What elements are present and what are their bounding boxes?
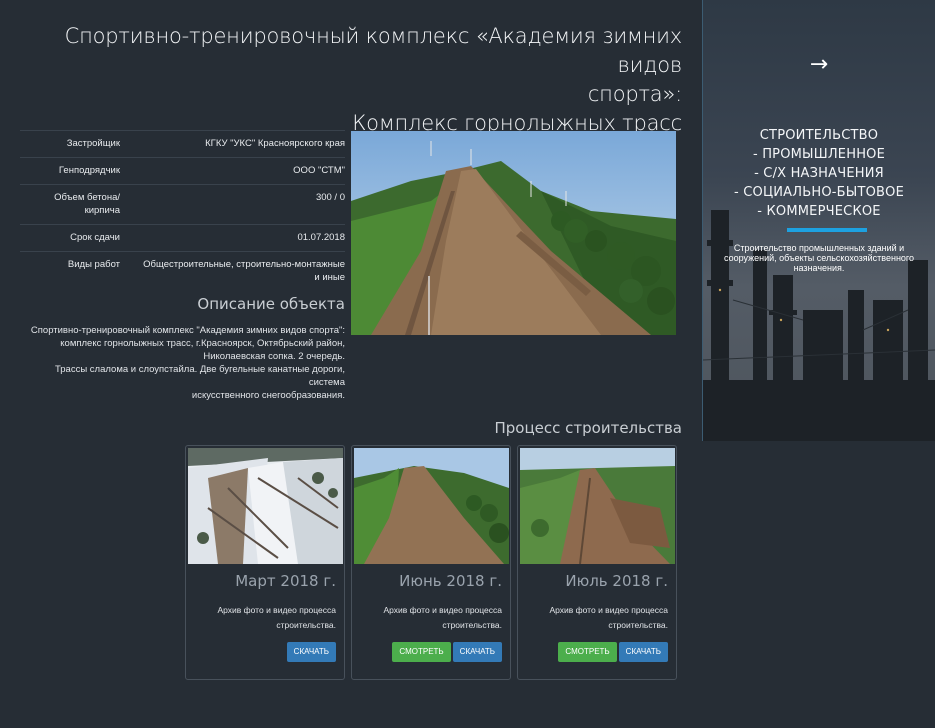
object-info-table: Застройщик КГКУ "УКС" Красноярского края… [20,130,345,291]
category-item: - КОММЕРЧЕСКОЕ [757,204,881,219]
category-description: Строительство промышленных зданий и соор… [723,243,915,273]
main-object-photo[interactable] [351,131,676,335]
card-text: Архив фото и видео процесса строительств… [549,605,668,630]
view-button[interactable]: Смотреть [558,642,617,662]
info-row-contractor: Генподрядчик ООО "СТМ" [20,157,345,184]
info-value: 01.07.2018 [297,232,345,243]
page-title-line2: спорта»: [587,82,682,106]
card-text: Архив фото и видео процесса строительств… [217,605,336,630]
category-item: - СОЦИАЛЬНО-БЫТОВОЕ [734,185,904,200]
aerial-slope-image [351,131,676,335]
description-line: Трассы слалома и слоупстайла. Две бугель… [55,364,345,388]
accent-underline [787,228,867,232]
category-item: - С/Х НАЗНАЧЕНИЯ [754,166,884,181]
download-button[interactable]: Скачать [618,642,668,662]
info-row-developer: Застройщик КГКУ "УКС" Красноярского края [20,130,345,157]
info-row-deadline: Срок сдачи 01.07.2018 [20,224,345,251]
process-thumbnail[interactable] [520,448,675,564]
process-card-july: Июль 2018 г. Архив фото и видео процесса… [517,445,677,680]
info-value: 300 / 0 [315,192,345,203]
info-row-work-types: Виды работ Общестроительные, строительно… [20,251,345,291]
description-line: Николаевская сопка. 2 очередь. [203,351,345,362]
info-row-volume: Объем бетона/кирпича 300 / 0 [20,184,345,224]
page-title: Спортивно-тренировочный комплекс «Академ… [30,22,683,138]
aerial-slope-june-image [354,448,509,564]
view-button[interactable]: Смотреть [392,642,451,662]
info-key: Срок сдачи [70,232,120,243]
info-key: Застройщик [66,138,120,149]
card-buttons: Скачать [286,642,336,662]
description-heading: Описание объекта [197,295,345,313]
category-list: СТРОИТЕЛЬСТВО - ПРОМЫШЛЕННОЕ - С/Х НАЗНА… [703,126,935,221]
process-thumbnail[interactable] [354,448,509,564]
category-item: - ПРОМЫШЛЕННОЕ [752,147,886,162]
info-key: Виды работ [67,259,120,270]
description-line: искусственного снегообразования. [191,390,345,401]
card-title: Июнь 2018 г. [399,572,502,590]
snowy-construction-image [188,448,343,564]
description-text: Спортивно-тренировочный комплекс "Академ… [20,324,345,402]
category-heading: СТРОИТЕЛЬСТВО [759,128,879,143]
arrow-right-icon[interactable]: → [703,52,935,77]
card-title: Март 2018 г. [235,572,336,590]
info-value: КГКУ "УКС" Красноярского края [205,138,345,149]
process-card-june: Июнь 2018 г. Архив фото и видео процесса… [351,445,511,680]
aerial-slope-july-image [520,448,675,564]
description-line: Спортивно-тренировочный комплекс "Академ… [30,325,345,336]
process-thumbnail[interactable] [188,448,343,564]
card-text: Архив фото и видео процесса строительств… [383,605,502,630]
industrial-category-panel[interactable]: → СТРОИТЕЛЬСТВО - ПРОМЫШЛЕННОЕ - С/Х НАЗ… [702,0,935,441]
info-key: Генподрядчик [58,165,120,176]
card-buttons: Смотреть Скачать [392,642,502,662]
info-value: ООО "СТМ" [293,165,345,176]
page-title-line1: Спортивно-тренировочный комплекс «Академ… [64,24,683,77]
info-key: Объем бетона/кирпича [54,192,120,216]
description-line: комплекс горнолыжных трасс, г.Красноярск… [60,338,345,349]
card-buttons: Смотреть Скачать [558,642,668,662]
process-heading: Процесс строительства [494,419,682,437]
card-title: Июль 2018 г. [565,572,668,590]
info-value: Общестроительные, строительно-монтажные … [143,259,345,283]
download-button[interactable]: Скачать [286,642,336,662]
process-card-march: Март 2018 г. Архив фото и видео процесса… [185,445,345,680]
download-button[interactable]: Скачать [452,642,502,662]
